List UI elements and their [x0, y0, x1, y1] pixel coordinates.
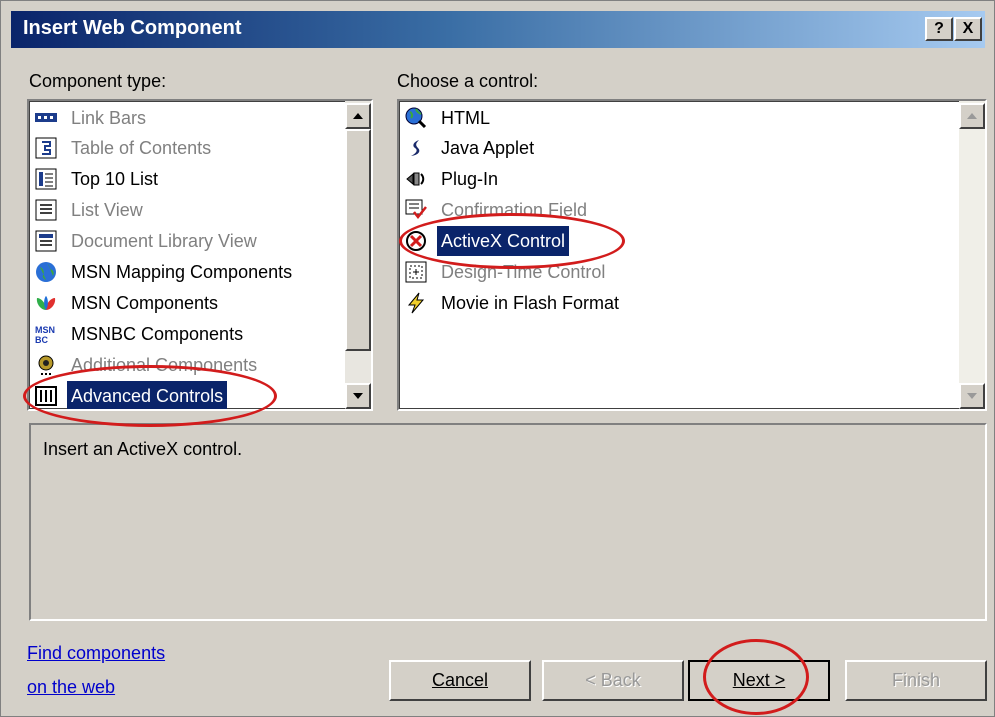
scroll-down-button[interactable] [345, 383, 371, 409]
scroll-thumb[interactable] [345, 129, 371, 351]
list-item-label: Advanced Controls [67, 381, 228, 409]
scroll-up-button[interactable] [959, 103, 985, 129]
list-item-label: MSN Mapping Components [71, 262, 293, 282]
list-item-label: List View [71, 200, 143, 220]
svg-text:MSN: MSN [35, 325, 55, 335]
insert-web-component-dialog: Insert Web Component ? X Component type:… [0, 0, 995, 717]
top-10-list-icon [35, 168, 57, 190]
arrow-up-icon [353, 113, 363, 119]
svg-text:BC: BC [35, 335, 48, 345]
finish-button-label: Finish [891, 670, 940, 690]
java-applet-icon [411, 140, 420, 156]
globe-icon [36, 262, 56, 282]
arrow-down-icon [353, 393, 363, 399]
cancel-button-label: Cancel [431, 670, 489, 690]
choose-control-label: Choose a control: [397, 71, 539, 91]
title-bar[interactable]: Insert Web Component ? X [11, 11, 985, 48]
finish-button[interactable]: Finish [845, 660, 987, 701]
confirmation-field-icon [405, 199, 427, 220]
list-item-label: ActiveX Control [437, 226, 570, 256]
list-view-icon [35, 199, 57, 221]
component-type-scrollbar[interactable] [345, 101, 371, 409]
html-icon [405, 107, 427, 129]
cancel-button[interactable]: Cancel [389, 660, 531, 701]
find-components-link[interactable]: Find components [27, 643, 165, 664]
component-type-label: Component type: [29, 71, 167, 91]
back-button[interactable]: < Back [542, 660, 684, 701]
scroll-up-button[interactable] [345, 103, 371, 129]
list-item-label: Plug-In [441, 169, 499, 189]
msn-butterfly-icon [36, 296, 56, 310]
on-the-web-link[interactable]: on the web [27, 677, 115, 698]
window-title: Insert Web Component [23, 17, 242, 39]
next-button-label: Next > [732, 670, 786, 690]
next-button[interactable]: Next > [688, 660, 830, 701]
list-item-label: Table of Contents [71, 138, 212, 158]
component-type-listbox[interactable]: Link Bars Table of Contents Top 10 List … [27, 99, 373, 411]
description-text: Insert an ActiveX control. [43, 439, 243, 459]
flash-icon [407, 292, 425, 314]
scroll-down-button[interactable] [959, 383, 985, 409]
back-button-label: < Back [585, 670, 641, 690]
advanced-controls-icon [35, 386, 57, 406]
list-item-label: Movie in Flash Format [441, 293, 620, 313]
table-of-contents-icon [35, 137, 57, 159]
arrow-down-icon [967, 393, 977, 399]
list-item-label: Document Library View [71, 231, 257, 251]
list-item-label: MSN Components [71, 293, 219, 313]
list-item-label: MSNBC Components [71, 324, 244, 344]
list-item-label: HTML [441, 108, 490, 128]
design-time-icon [405, 261, 427, 283]
choose-control-listbox[interactable]: HTML Java Applet Plug-In Confirmation Fi… [397, 99, 987, 411]
additional-components-icon [38, 355, 54, 375]
help-button[interactable]: ? [925, 17, 953, 41]
description-panel: Insert an ActiveX control. [29, 423, 987, 621]
choose-control-scrollbar[interactable] [959, 101, 985, 409]
close-button[interactable]: X [954, 17, 982, 41]
activex-icon [406, 231, 426, 251]
list-item-label: Confirmation Field [441, 200, 588, 220]
plug-in-icon [406, 172, 425, 186]
msnbc-icon: MSNBC [35, 325, 55, 345]
list-item-label: Additional Components [71, 355, 258, 375]
list-item-label: Link Bars [71, 108, 147, 128]
list-item-label: Top 10 List [71, 169, 159, 189]
list-item-label: Java Applet [441, 138, 535, 158]
link-bars-icon [35, 113, 57, 122]
document-library-icon [35, 230, 57, 252]
arrow-up-icon [967, 113, 977, 119]
list-item-label: Design-Time Control [441, 262, 606, 282]
